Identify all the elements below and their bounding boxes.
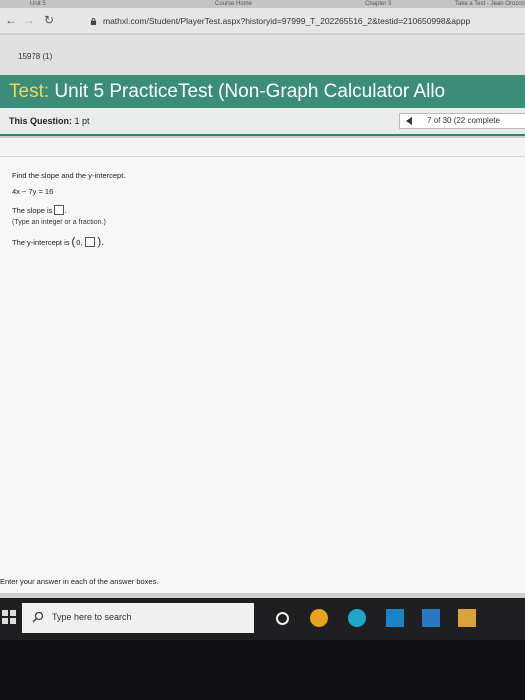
browser-tab[interactable]: Unit 5 bbox=[30, 0, 90, 8]
test-title: Unit 5 PracticeTest (Non-Graph Calculato… bbox=[54, 81, 446, 102]
mail-icon[interactable] bbox=[422, 609, 440, 627]
slope-label: The slope is bbox=[12, 205, 53, 215]
y-intercept-row: The y-intercept is ( 0, ). bbox=[12, 236, 104, 248]
store-icon[interactable] bbox=[458, 609, 476, 627]
back-arrow-icon[interactable]: ← bbox=[4, 13, 18, 27]
lock-icon bbox=[90, 18, 97, 25]
reload-icon[interactable]: ↻ bbox=[42, 13, 56, 27]
browser-tab[interactable]: Course Home bbox=[215, 0, 295, 8]
search-icon bbox=[32, 611, 44, 623]
question-panel: Find the slope and the y-intercept. 4x −… bbox=[0, 156, 525, 593]
cortana-icon[interactable] bbox=[276, 612, 289, 625]
y-intercept-label: The y-intercept is bbox=[12, 237, 70, 247]
file-explorer-icon[interactable] bbox=[386, 609, 404, 627]
taskbar-search[interactable]: Type here to search bbox=[22, 603, 254, 633]
taskbar: Type here to search bbox=[0, 598, 525, 640]
question-label: This Question: bbox=[9, 116, 72, 126]
points-value: 1 pt bbox=[74, 116, 90, 126]
browser-tab-strip: Unit 5 Course Home Chapter 3 Take a Test… bbox=[0, 0, 525, 8]
answer-hint: (Type an integer or a fraction.) bbox=[12, 219, 106, 226]
page-tab-label[interactable]: 15978 (1) bbox=[18, 52, 52, 61]
previous-question-icon[interactable] bbox=[406, 117, 412, 125]
test-header: Test: Unit 5 PracticeTest (Non-Graph Cal… bbox=[0, 75, 525, 108]
monitor-bezel bbox=[0, 640, 525, 700]
answer-instruction: Enter your answer in each of the answer … bbox=[0, 577, 159, 586]
question-points: This Question: 1 pt bbox=[9, 116, 90, 126]
y-intercept-answer-box[interactable] bbox=[85, 237, 96, 247]
x-coordinate: 0, bbox=[76, 237, 83, 247]
edge-icon[interactable] bbox=[348, 609, 366, 627]
browser-tab[interactable]: Chapter 3 bbox=[365, 0, 445, 8]
slope-answer-box[interactable] bbox=[54, 205, 65, 215]
browser-nav-bar: ← → ↻ mathxl.com/Student/PlayerTest.aspx… bbox=[0, 8, 525, 34]
question-navigator[interactable]: 7 of 30 (22 complete bbox=[399, 113, 525, 129]
forward-arrow-icon[interactable]: → bbox=[22, 13, 36, 27]
close-paren: ). bbox=[97, 236, 105, 248]
title-prefix: Test: bbox=[9, 81, 50, 102]
question-count: 7 of 30 (22 complete bbox=[427, 116, 500, 125]
slope-period: . bbox=[64, 205, 67, 215]
bookmarks-area: 15978 (1) bbox=[0, 35, 525, 75]
address-bar[interactable]: mathxl.com/Student/PlayerTest.aspx?histo… bbox=[103, 14, 523, 28]
chrome-icon[interactable] bbox=[310, 609, 328, 627]
test-content: Find the slope and the y-intercept. 4x −… bbox=[0, 138, 525, 593]
slope-row: The slope is . bbox=[12, 205, 67, 215]
question-bar: This Question: 1 pt 7 of 30 (22 complete bbox=[0, 108, 525, 136]
question-equation: 4x − 7y = 16 bbox=[12, 187, 54, 196]
windows-start-icon[interactable] bbox=[2, 610, 16, 624]
browser-tab[interactable]: Take a Test - Jean Orozco bbox=[455, 0, 525, 8]
question-prompt: Find the slope and the y-intercept. bbox=[12, 171, 126, 180]
search-placeholder: Type here to search bbox=[52, 612, 132, 622]
open-paren: ( bbox=[71, 236, 76, 248]
page-title: Test: Unit 5 PracticeTest (Non-Graph Cal… bbox=[9, 81, 445, 103]
